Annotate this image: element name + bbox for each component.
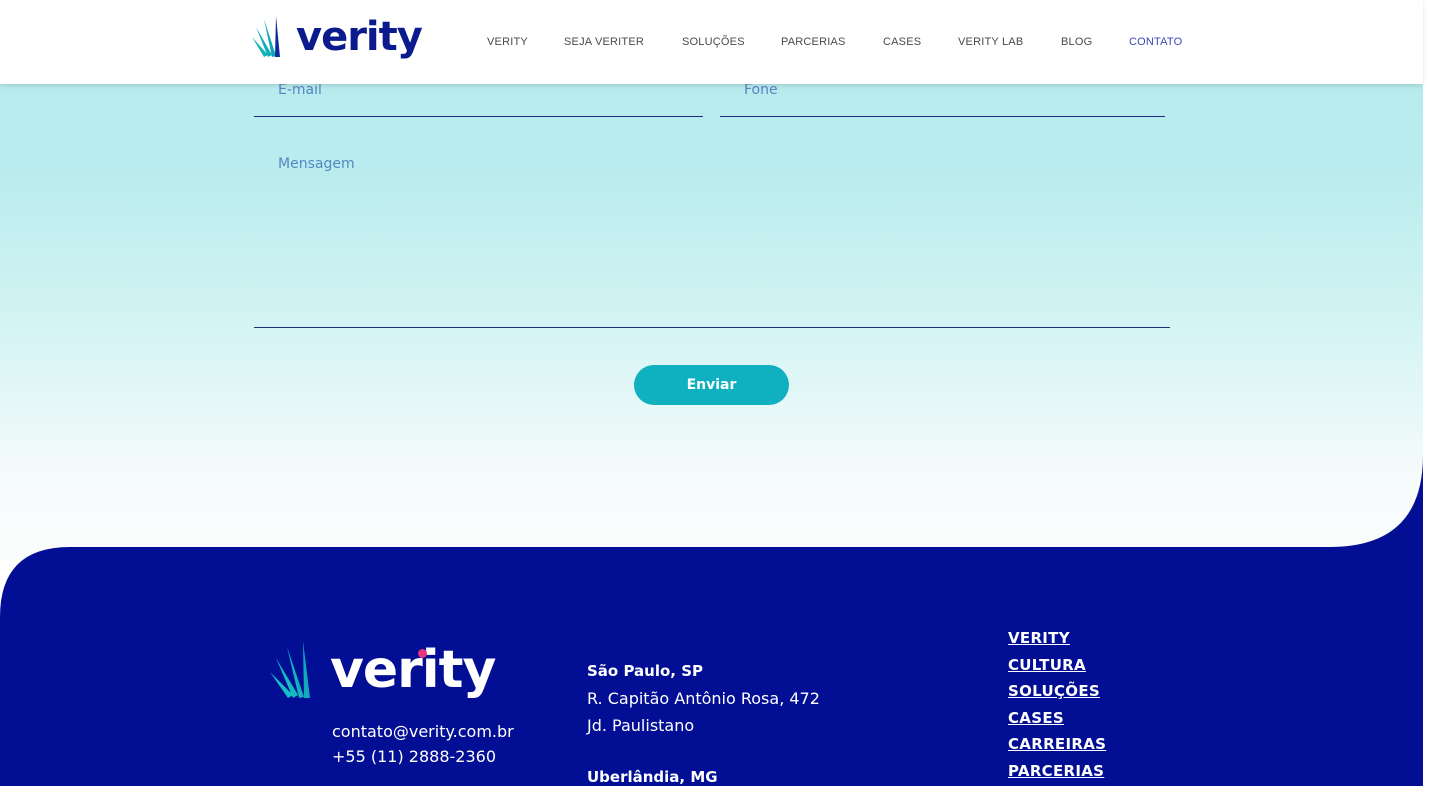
- footer-wordmark: verity: [330, 640, 496, 700]
- brand-wordmark: verity: [296, 14, 423, 60]
- page-scrollbar-gutter: [1423, 0, 1440, 786]
- nav-item-seja-veriter[interactable]: SEJA VERITER: [564, 36, 644, 48]
- phone-field-underline: [720, 116, 1165, 117]
- footer-link-parcerias[interactable]: PARCERIAS: [1008, 762, 1104, 780]
- nav-item-cases[interactable]: CASES: [883, 36, 921, 48]
- logo-dot-icon: [418, 649, 427, 658]
- send-button[interactable]: Enviar: [634, 365, 789, 405]
- nav-item-verity[interactable]: VERITY: [487, 36, 528, 48]
- nav-item-parcerias[interactable]: PARCERIAS: [781, 36, 846, 48]
- office-city-sao-paulo: São Paulo, SP: [587, 662, 704, 680]
- nav-item-solucoes[interactable]: SOLUÇÕES: [682, 36, 745, 48]
- footer-link-cases[interactable]: CASES: [1008, 709, 1064, 727]
- brand-logo[interactable]: verity: [250, 14, 423, 60]
- phone-field[interactable]: Fone: [744, 82, 778, 98]
- footer-background: [0, 455, 1423, 786]
- email-field[interactable]: E-mail: [278, 82, 322, 98]
- office-city-uberlandia: Uberlândia, MG: [587, 768, 718, 786]
- footer-phone-link[interactable]: +55 (11) 2888-2360: [332, 747, 496, 766]
- nav-item-blog[interactable]: BLOG: [1061, 36, 1092, 48]
- footer-email-link[interactable]: contato@verity.com.br: [332, 722, 514, 741]
- message-field[interactable]: Mensagem: [278, 156, 355, 172]
- office-address-line-1: R. Capitão Antônio Rosa, 472: [587, 689, 820, 708]
- office-address-line-2: Jd. Paulistano: [587, 716, 695, 735]
- footer-logo[interactable]: verity: [268, 640, 496, 700]
- message-field-underline: [254, 327, 1170, 328]
- site-header: verity VERITY SEJA VERITER SOLUÇÕES PARC…: [0, 0, 1423, 84]
- footer-link-solucoes[interactable]: SOLUÇÕES: [1008, 682, 1100, 700]
- footer-logo-mark-icon: [270, 641, 310, 698]
- footer-link-cultura[interactable]: CULTURA: [1008, 656, 1086, 674]
- nav-item-verity-lab[interactable]: VERITY LAB: [958, 36, 1023, 48]
- footer-link-verity[interactable]: VERITY: [1008, 629, 1070, 647]
- footer-link-carreiras[interactable]: CARREIRAS: [1008, 735, 1106, 753]
- logo-mark-icon: [252, 16, 280, 57]
- nav-item-contato[interactable]: CONTATO: [1129, 36, 1182, 48]
- email-field-underline: [254, 116, 703, 117]
